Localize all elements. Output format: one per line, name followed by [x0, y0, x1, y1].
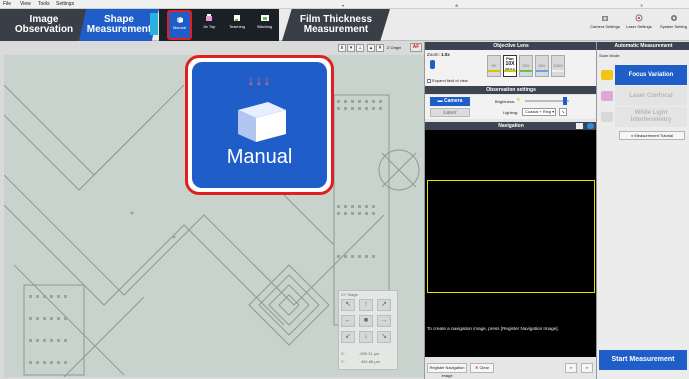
- lighting-label: Lighting:: [503, 110, 519, 115]
- lighting-select[interactable]: Coaxial + Ring ▾: [522, 108, 556, 116]
- stitching-icon: [260, 15, 269, 21]
- lens-5x[interactable]: 5X: [487, 55, 501, 77]
- menu-view[interactable]: View: [20, 1, 31, 7]
- zoom-out-icon[interactable]: ⌕: [565, 363, 577, 373]
- stage-right-button[interactable]: →: [377, 315, 391, 327]
- lens-100x[interactable]: 100X: [551, 55, 565, 77]
- navigation-refresh-icon[interactable]: [587, 123, 594, 129]
- jin-top-icon: [206, 14, 212, 21]
- sun-icon: ☀: [516, 97, 521, 103]
- stage-x-readout: X : -559.31 μm: [341, 351, 380, 356]
- laser-confocal-button[interactable]: Laser Confocal: [615, 86, 687, 106]
- xy-stage-panel: XY Stage ↖ ↑ ↗ ← ■ → ↙ ↓ ↘ X : -559.31 μ…: [338, 290, 398, 370]
- brightness-thumb[interactable]: [563, 97, 567, 105]
- tab-shape-measurement[interactable]: Shape Measurement: [79, 9, 159, 41]
- teaching-icon: [234, 15, 240, 21]
- question-icon: ●: [630, 133, 634, 138]
- stage-center-button[interactable]: ■: [359, 315, 373, 327]
- menu-file[interactable]: File: [3, 1, 11, 7]
- lens-10x[interactable]: Plan 10X NA 0.3: [503, 55, 517, 77]
- manual-callout-panel: ↓↓↓ Manual: [192, 62, 327, 188]
- expand-fov-checkbox[interactable]: Expand field of view: [427, 78, 468, 83]
- manual-callout: ↓↓↓ Manual: [185, 55, 334, 195]
- tab-film-thickness[interactable]: Film Thickness Measurement: [282, 9, 390, 41]
- jin-top-button[interactable]: Jin Top: [196, 11, 222, 39]
- cube-icon: [176, 17, 183, 23]
- z-align-button[interactable]: ⊥: [356, 44, 364, 52]
- stage-down-left-button[interactable]: ↙: [341, 331, 355, 343]
- clear-button[interactable]: ✕ Clear: [470, 363, 494, 373]
- objective-lens-header: Objective Lens: [425, 42, 597, 50]
- focus-variation-button[interactable]: Focus Variation: [615, 65, 687, 85]
- z-up-button[interactable]: ▴: [367, 44, 375, 52]
- menu-tools[interactable]: Tools: [38, 1, 50, 7]
- observation-settings-section: ▬ Camera Laser Brightness: ☀ Lighting: C…: [425, 95, 597, 119]
- navigation-expand-icon[interactable]: [576, 123, 583, 129]
- mode-indicator-icon: [150, 13, 158, 35]
- stitching-button[interactable]: Stitching: [252, 11, 277, 39]
- laser-confocal-icon: [601, 91, 613, 101]
- z-down-button[interactable]: ▾: [347, 44, 355, 52]
- focus-variation-icon: [601, 70, 613, 80]
- pin-icon[interactable]: ⊕: [455, 3, 458, 8]
- close-icon[interactable]: ✕: [640, 3, 643, 8]
- stage-down-right-button[interactable]: ↘: [377, 331, 391, 343]
- z-up-fast-button[interactable]: ⇞: [376, 44, 384, 52]
- camera-settings-button[interactable]: Camera Settings: [590, 11, 620, 39]
- brightness-label: Brightness:: [495, 99, 516, 104]
- camera-settings-icon: [602, 16, 608, 21]
- automatic-measurement-header: Automatic Measurement: [597, 42, 689, 50]
- navigation-header: Navigation: [425, 122, 597, 130]
- system-settings-button[interactable]: System Setting: [658, 11, 689, 39]
- laser-settings-icon: [635, 14, 643, 22]
- stage-down-button[interactable]: ↓: [359, 331, 373, 343]
- stage-up-left-button[interactable]: ↖: [341, 299, 355, 311]
- menu-bar: File View Tools Settings ▾ ⊕ ✕: [0, 0, 689, 9]
- stage-y-readout: Y : 454.88 μm: [341, 359, 380, 364]
- lighting-tune-button[interactable]: ↘: [559, 108, 567, 116]
- manual-button[interactable]: Manual: [167, 10, 192, 40]
- cube-icon: [238, 102, 286, 142]
- white-light-icon: [601, 112, 613, 122]
- navigation-hint: To create a navigation image, press [Reg…: [427, 326, 559, 331]
- lens-20x[interactable]: 20X: [519, 55, 533, 77]
- zoom-slider[interactable]: [430, 60, 435, 69]
- xy-stage-title: XY Stage: [341, 292, 358, 297]
- objective-lens-section: Zoom: 1.0x 5X Plan 10X NA 0.3 20X 50X 10…: [425, 50, 597, 86]
- stage-left-button[interactable]: ←: [341, 315, 355, 327]
- observation-settings-header: Observation settings: [425, 86, 597, 94]
- lens-50x[interactable]: 50X: [535, 55, 549, 77]
- z-origin-label[interactable]: Z Origin: [387, 45, 401, 50]
- stage-up-button[interactable]: ↑: [359, 299, 373, 311]
- menu-settings[interactable]: Settings: [56, 1, 74, 7]
- gear-icon: [670, 15, 677, 21]
- center-panel: Objective Lens Zoom: 1.0x 5X Plan 10X NA…: [424, 42, 597, 379]
- manual-callout-label: Manual: [226, 146, 293, 168]
- camera-mode-button[interactable]: ▬ Camera: [430, 97, 470, 106]
- measurement-tutorial-button[interactable]: ● Measurement Tutorial: [619, 131, 685, 140]
- z-down-fast-button[interactable]: ⇟: [338, 44, 346, 52]
- navigation-view[interactable]: To create a navigation image, press [Reg…: [425, 130, 597, 357]
- laser-mode-button[interactable]: Laser: [430, 108, 470, 117]
- laser-settings-button[interactable]: Laser Settings: [623, 11, 655, 39]
- register-navigation-button[interactable]: Register Navigation Image: [427, 363, 467, 378]
- ribbon: Image Observation Shape Measurement Film…: [0, 9, 689, 41]
- zoom-in-icon[interactable]: ⌕: [581, 363, 593, 373]
- tab-image-observation[interactable]: Image Observation: [0, 9, 88, 41]
- start-measurement-button[interactable]: Start Measurement: [599, 350, 687, 370]
- chevron-down-icon[interactable]: ▾: [342, 3, 344, 8]
- scan-mode-label: Scan Mode:: [599, 53, 621, 58]
- teaching-button[interactable]: Teaching: [225, 11, 249, 39]
- stage-up-right-button[interactable]: ↗: [377, 299, 391, 311]
- autofocus-button[interactable]: AF: [410, 43, 422, 52]
- zoom-readout: Zoom: 1.0x: [427, 52, 450, 57]
- navigation-footer: Register Navigation Image ✕ Clear ⌕ ⌕: [425, 357, 597, 379]
- down-arrows-icon: ↓↓↓: [247, 72, 272, 88]
- white-light-button[interactable]: White Light Interferometry: [615, 107, 687, 127]
- navigation-field-rect: [427, 180, 595, 293]
- automatic-measurement-panel: Automatic Measurement Scan Mode: Focus V…: [596, 42, 689, 379]
